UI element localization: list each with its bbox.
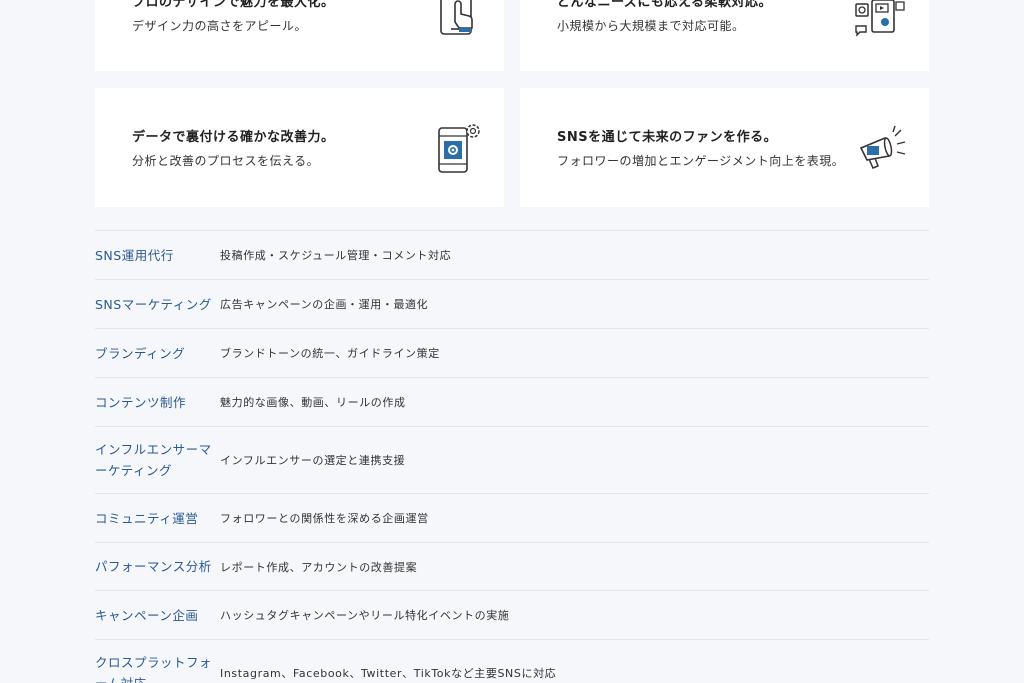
service-name: SNSマーケティング: [95, 296, 212, 312]
service-description: 広告キャンペーンの企画・運用・最適化: [220, 298, 429, 311]
service-row: インフルエンサーマーケティング インフルエンサーの選定と連携支援: [95, 427, 929, 494]
feature-card: データで裏付ける確かな改善力。 分析と改善のプロセスを伝える。: [95, 88, 504, 207]
feature-card: プロのデザインで魅力を最大化。 デザイン力の高さをアピール。: [95, 0, 504, 71]
service-name: コミュニティ運営: [95, 510, 199, 526]
service-name: インフルエンサーマーケティング: [95, 442, 212, 478]
feature-card-subtitle: デザイン力の高さをアピール。: [132, 19, 308, 33]
feature-card-subtitle: フォロワーの増加とエンゲージメント向上を表現。: [557, 154, 845, 168]
service-name: コンテンツ制作: [95, 394, 187, 410]
service-name: キャンペーン企画: [95, 607, 199, 623]
service-row: クロスプラットフォーム対応 Instagram、Facebook、Twitter…: [95, 640, 929, 683]
service-name: パフォーマンス分析: [95, 559, 212, 574]
feature-card-title: プロのデザインで魅力を最大化。: [132, 0, 335, 10]
megaphone-icon: [859, 125, 906, 169]
service-description: 投稿作成・スケジュール管理・コメント対応: [220, 249, 452, 262]
smartphone-gear-icon: [438, 124, 480, 173]
service-name: SNS運用代行: [95, 247, 174, 263]
service-row: ブランディング ブランドトーンの統一、ガイドライン策定: [95, 329, 929, 378]
feature-card-subtitle: 小規模から大規模まで対応可能。: [557, 19, 745, 33]
feature-card-title: SNSを通じて未来のファンを作る。: [557, 130, 778, 145]
service-row: コンテンツ制作 魅力的な画像、動画、リールの作成: [95, 378, 929, 427]
service-description: インフルエンサーの選定と連携支援: [220, 454, 406, 467]
feature-card-subtitle: 分析と改善のプロセスを伝える。: [132, 154, 320, 168]
feature-card-title: データで裏付ける確かな改善力。: [132, 130, 335, 145]
service-name: クロスプラットフォーム対応: [95, 655, 213, 683]
service-row: SNSマーケティング 広告キャンペーンの企画・運用・最適化: [95, 280, 929, 329]
service-row: コミュニティ運営 フォロワーとの関係性を深める企画運営: [95, 494, 929, 543]
services-list: SNS運用代行 投稿作成・スケジュール管理・コメント対応 SNSマーケティング …: [95, 230, 929, 683]
feature-card: どんなニーズにも応える柔軟対応。 小規模から大規模まで対応可能。: [520, 0, 929, 71]
service-description: ハッシュタグキャンペーンやリール特化イベントの実施: [220, 609, 510, 622]
service-name: ブランディング: [95, 345, 186, 361]
service-row: パフォーマンス分析 レポート作成、アカウントの改善提案: [95, 543, 929, 591]
service-description: Instagram、Facebook、Twitter、TikTokなど主要SNS…: [220, 667, 557, 680]
service-description: フォロワーとの関係性を深める企画運営: [220, 512, 429, 525]
service-row: SNS運用代行 投稿作成・スケジュール管理・コメント対応: [95, 231, 929, 280]
feature-card: SNSを通じて未来のファンを作る。 フォロワーの増加とエンゲージメント向上を表現…: [520, 88, 929, 207]
service-description: ブランドトーンの統一、ガイドライン策定: [220, 347, 440, 360]
service-description: レポート作成、アカウントの改善提案: [220, 560, 418, 574]
feature-card-title: どんなニーズにも応える柔軟対応。: [557, 0, 772, 10]
service-row: キャンペーン企画 ハッシュタグキャンペーンやリール特化イベントの実施: [95, 591, 929, 640]
multimedia-devices-icon: [855, 0, 905, 37]
smartphone-touch-icon: [440, 0, 473, 35]
service-description: 魅力的な画像、動画、リールの作成: [220, 396, 406, 409]
